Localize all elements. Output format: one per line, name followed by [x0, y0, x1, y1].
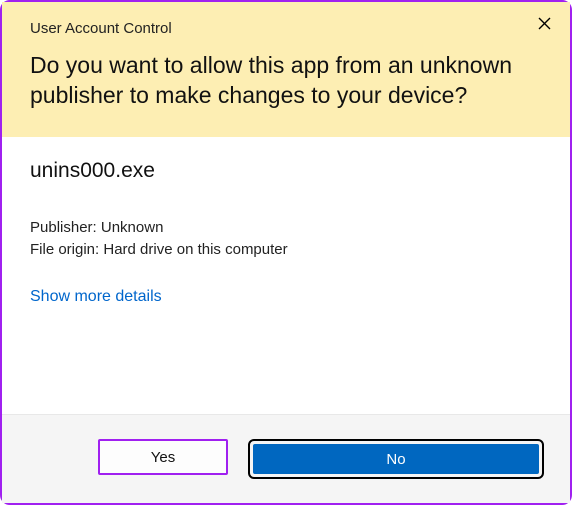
program-name: unins000.exe	[30, 159, 542, 183]
origin-row: File origin: Hard drive on this computer	[30, 239, 542, 261]
publisher-label: Publisher:	[30, 219, 97, 236]
origin-label: File origin:	[30, 241, 99, 258]
origin-value: Hard drive on this computer	[103, 241, 287, 258]
no-button-focus-ring: No	[248, 439, 544, 479]
uac-header: User Account Control Do you want to allo…	[2, 2, 570, 137]
close-button[interactable]	[532, 14, 556, 38]
publisher-row: Publisher: Unknown	[30, 217, 542, 239]
uac-prompt: Do you want to allow this app from an un…	[30, 51, 542, 111]
uac-title: User Account Control	[30, 20, 542, 37]
no-button[interactable]: No	[253, 444, 539, 474]
yes-button[interactable]: Yes	[98, 439, 228, 475]
show-more-details-link[interactable]: Show more details	[30, 288, 162, 306]
uac-content: unins000.exe Publisher: Unknown File ori…	[2, 137, 570, 317]
close-icon	[538, 17, 551, 35]
publisher-value: Unknown	[101, 219, 164, 236]
button-bar: Yes No	[2, 414, 570, 503]
